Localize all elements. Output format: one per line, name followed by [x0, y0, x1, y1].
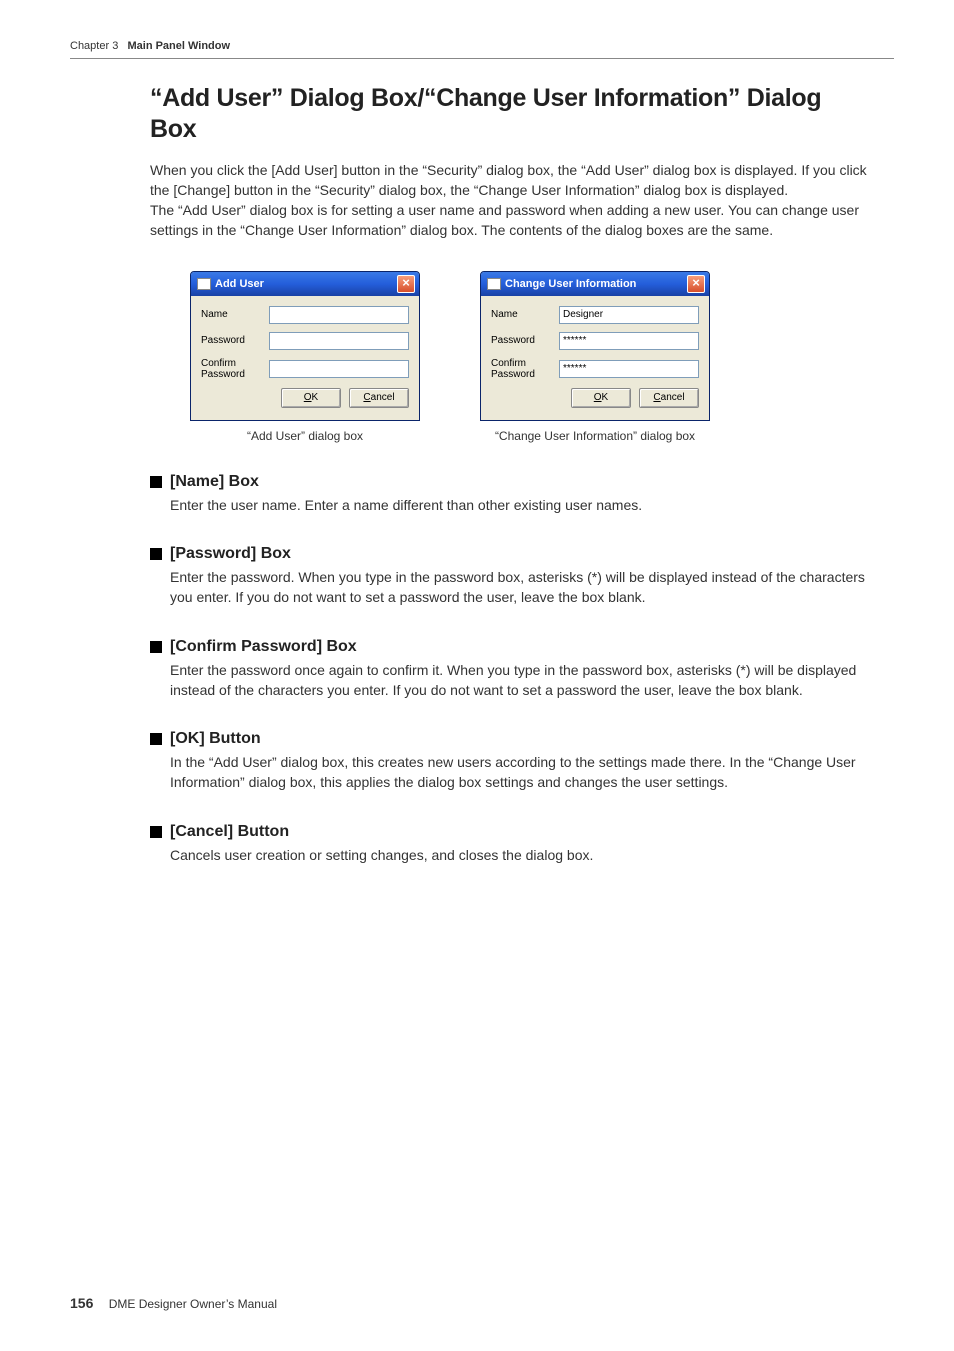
section-title: [OK] Button	[170, 730, 261, 748]
bullet-square-icon	[150, 641, 162, 653]
cancel-button[interactable]: Cancel	[639, 388, 699, 408]
page-title: “Add User” Dialog Box/“Change User Infor…	[150, 83, 874, 146]
name-field[interactable]	[269, 306, 409, 324]
change-user-dialog: Change User Information × Name Password	[480, 271, 710, 421]
add-user-dialog-figure: Add User × Name Password	[190, 271, 420, 443]
section-title: [Confirm Password] Box	[170, 638, 357, 656]
cancel-button[interactable]: Cancel	[349, 388, 409, 408]
app-icon	[487, 278, 501, 290]
manual-title: DME Designer Owner’s Manual	[109, 1297, 277, 1311]
page-footer: 156 DME Designer Owner’s Manual	[70, 1295, 277, 1311]
bullet-square-icon	[150, 733, 162, 745]
bullet-square-icon	[150, 826, 162, 838]
add-user-caption: “Add User” dialog box	[190, 429, 420, 443]
section-body: Cancels user creation or setting changes…	[170, 845, 874, 865]
dialog-figures-row: Add User × Name Password	[190, 271, 874, 443]
change-user-title: Change User Information	[505, 278, 636, 290]
ok-button[interactable]: OK	[571, 388, 631, 408]
section-body: Enter the user name. Enter a name differ…	[170, 495, 874, 515]
section-ok-button: [OK] Button In the “Add User” dialog box…	[150, 730, 874, 793]
bullet-square-icon	[150, 476, 162, 488]
password-field[interactable]	[559, 332, 699, 350]
password-label: Password	[201, 335, 269, 346]
change-user-dialog-figure: Change User Information × Name Password	[480, 271, 710, 443]
confirm-password-field[interactable]	[559, 360, 699, 378]
confirm-password-label: Confirm Password	[491, 358, 559, 380]
close-icon[interactable]: ×	[687, 275, 705, 293]
section-body: Enter the password. When you type in the…	[170, 567, 874, 608]
confirm-password-label: Confirm Password	[201, 358, 269, 380]
add-user-title: Add User	[215, 278, 264, 290]
page-header: Chapter 3 Main Panel Window	[70, 40, 894, 59]
page-number: 156	[70, 1295, 93, 1311]
change-user-titlebar: Change User Information ×	[481, 272, 709, 296]
intro-paragraph-2: The “Add User” dialog box is for setting…	[150, 200, 874, 241]
add-user-dialog: Add User × Name Password	[190, 271, 420, 421]
section-confirm-password-box: [Confirm Password] Box Enter the passwor…	[150, 638, 874, 701]
section-cancel-button: [Cancel] Button Cancels user creation or…	[150, 823, 874, 865]
password-field[interactable]	[269, 332, 409, 350]
add-user-titlebar: Add User ×	[191, 272, 419, 296]
section-name-box: [Name] Box Enter the user name. Enter a …	[150, 473, 874, 515]
section-body: Enter the password once again to confirm…	[170, 660, 874, 701]
app-icon	[197, 278, 211, 290]
section-body: In the “Add User” dialog box, this creat…	[170, 752, 874, 793]
name-field[interactable]	[559, 306, 699, 324]
section-title: [Name] Box	[170, 473, 259, 491]
intro-paragraph-1: When you click the [Add User] button in …	[150, 160, 874, 201]
change-user-caption: “Change User Information” dialog box	[480, 429, 710, 443]
section-password-box: [Password] Box Enter the password. When …	[150, 545, 874, 608]
bullet-square-icon	[150, 548, 162, 560]
name-label: Name	[201, 309, 269, 320]
name-label: Name	[491, 309, 559, 320]
chapter-prefix: Chapter 3	[70, 40, 118, 52]
section-title: [Cancel] Button	[170, 823, 289, 841]
ok-button[interactable]: OK	[281, 388, 341, 408]
section-title: [Password] Box	[170, 545, 291, 563]
chapter-title: Main Panel Window	[127, 40, 230, 52]
close-icon[interactable]: ×	[397, 275, 415, 293]
password-label: Password	[491, 335, 559, 346]
confirm-password-field[interactable]	[269, 360, 409, 378]
